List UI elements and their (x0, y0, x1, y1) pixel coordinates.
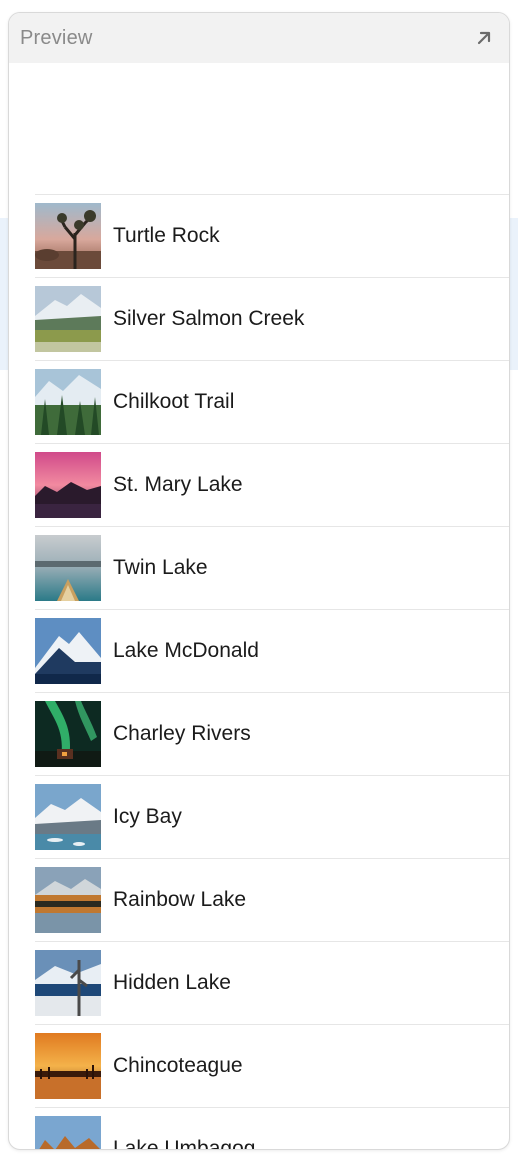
landmark-thumbnail (35, 618, 101, 684)
landmark-row[interactable]: Charley Rivers (35, 692, 509, 775)
expand-button[interactable] (471, 25, 497, 51)
landmark-thumbnail (35, 203, 101, 269)
landmark-name: Silver Salmon Creek (113, 307, 305, 330)
preview-header: Preview (9, 13, 509, 63)
landmark-row[interactable]: Twin Lake (35, 526, 509, 609)
landmark-name: St. Mary Lake (113, 473, 243, 496)
landmark-name: Lake McDonald (113, 639, 259, 662)
landmark-thumbnail (35, 535, 101, 601)
preview-title: Preview (20, 26, 93, 49)
landmark-row[interactable]: Chilkoot Trail (35, 360, 509, 443)
landmark-name: Chilkoot Trail (113, 390, 235, 413)
landmark-row[interactable]: Lake Umbagog (35, 1107, 509, 1150)
landmark-name: Rainbow Lake (113, 888, 247, 911)
landmark-name: Twin Lake (113, 556, 208, 579)
landmark-row[interactable]: Icy Bay (35, 775, 509, 858)
landmark-row[interactable]: Chincoteague (35, 1024, 509, 1107)
preview-panel: Preview Turtle Rock Silver Salmon Creek … (8, 12, 510, 1150)
landmark-name: Lake Umbagog (113, 1137, 256, 1150)
landmark-name: Turtle Rock (113, 224, 220, 247)
landmark-thumbnail (35, 286, 101, 352)
landmark-row[interactable]: Lake McDonald (35, 609, 509, 692)
landmark-name: Chincoteague (113, 1054, 243, 1077)
landmark-row[interactable]: Rainbow Lake (35, 858, 509, 941)
landmark-row[interactable]: St. Mary Lake (35, 443, 509, 526)
landmark-name: Charley Rivers (113, 722, 251, 745)
landmark-thumbnail (35, 701, 101, 767)
arrow-up-right-icon (477, 31, 491, 45)
landmark-name: Hidden Lake (113, 971, 231, 994)
landmark-name: Icy Bay (113, 805, 182, 828)
landmark-row[interactable]: Turtle Rock (35, 194, 509, 277)
landmark-row[interactable]: Hidden Lake (35, 941, 509, 1024)
landmark-thumbnail (35, 1116, 101, 1149)
landmark-thumbnail (35, 784, 101, 850)
landmark-list: Turtle Rock Silver Salmon Creek Chilkoot… (35, 194, 509, 1149)
landmark-row[interactable]: Silver Salmon Creek (35, 277, 509, 360)
landmark-thumbnail (35, 452, 101, 518)
landmark-thumbnail (35, 950, 101, 1016)
landmark-thumbnail (35, 369, 101, 435)
landmark-thumbnail (35, 1033, 101, 1099)
landmark-thumbnail (35, 867, 101, 933)
